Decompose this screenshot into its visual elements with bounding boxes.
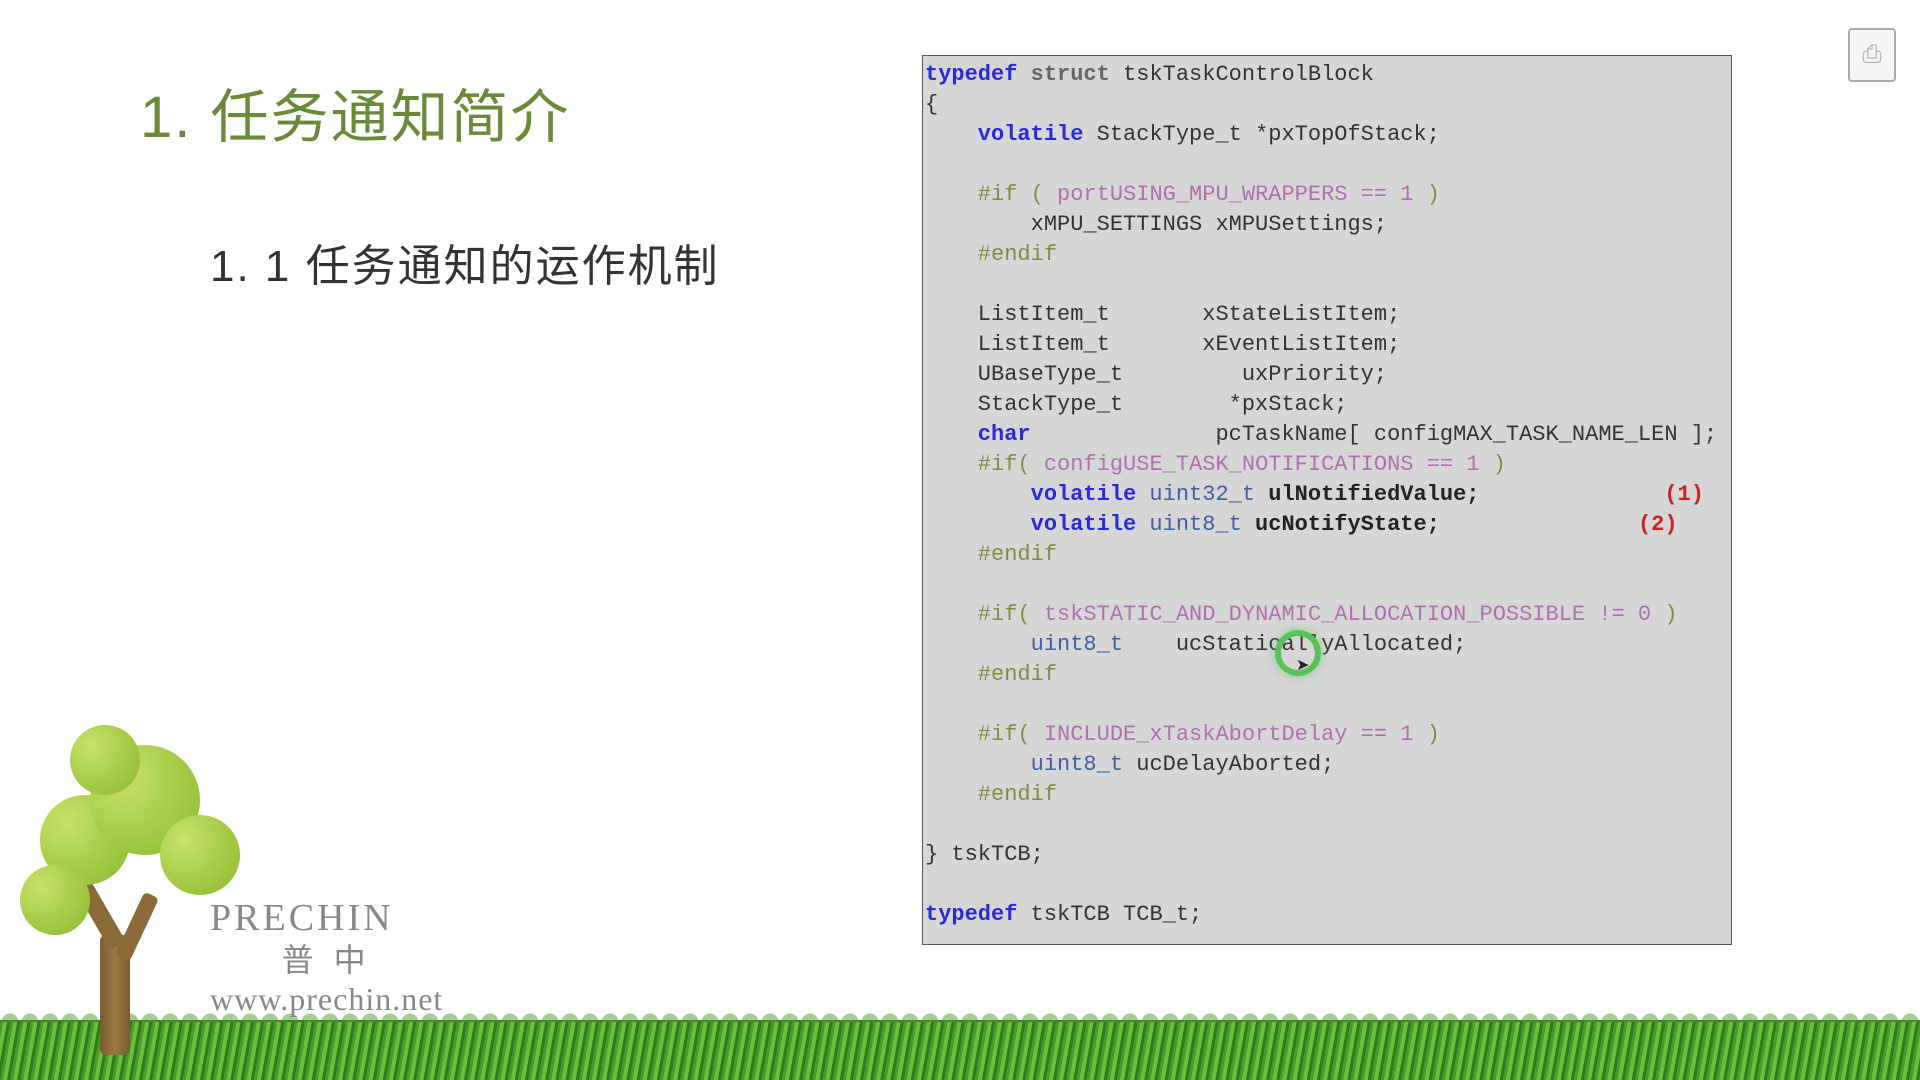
kw-volatile: volatile xyxy=(925,512,1136,537)
pre-endif: #endif xyxy=(925,242,1057,267)
section-heading: 1. 任务通知简介 xyxy=(140,70,571,154)
cond-text: portUSING_MPU_WRAPPERS == 1 xyxy=(1057,182,1413,207)
subsection-heading: 1. 1 任务通知的运作机制 xyxy=(210,230,720,294)
pre-if: #if( xyxy=(925,602,1044,627)
pre-if: #if( xyxy=(925,722,1044,747)
kw-char: char xyxy=(925,422,1031,447)
display-mode-icon[interactable]: ⎙ xyxy=(1848,28,1896,82)
brand-english: PRECHIN xyxy=(210,896,443,942)
code-bold: ucNotifyState; xyxy=(1242,512,1440,537)
pre-endif: #endif xyxy=(925,782,1057,807)
code-snippet-panel: typedef struct tskTaskControlBlock { vol… xyxy=(922,55,1732,945)
type-uint32: uint32_t xyxy=(1136,482,1255,507)
cond-text: configUSE_TASK_NOTIFICATIONS == 1 xyxy=(1044,452,1480,477)
pre-endif: #endif xyxy=(925,662,1057,687)
kw-typedef: typedef xyxy=(925,62,1017,87)
brand-block: PRECHIN 普 中 www.prechin.net xyxy=(210,896,443,1018)
cond-text: INCLUDE_xTaskAbortDelay == 1 xyxy=(1044,722,1414,747)
kw-volatile: volatile xyxy=(925,482,1136,507)
code-text: ucDelayAborted; xyxy=(1123,752,1334,777)
code-text: xMPU_SETTINGS xMPUSettings; xyxy=(925,212,1387,237)
code-text: { xyxy=(925,92,938,117)
pre-if: #if ( xyxy=(925,182,1057,207)
code-text: StackType_t *pxTopOfStack; xyxy=(1083,122,1439,147)
type-uint8: uint8_t xyxy=(1136,512,1242,537)
brand-url: www.prechin.net xyxy=(210,980,443,1018)
code-text: UBaseType_t uxPriority; xyxy=(925,362,1387,387)
brand-chinese: 普 中 xyxy=(210,941,443,979)
type-uint8: uint8_t xyxy=(925,752,1123,777)
cond-text: tskSTATIC_AND_DYNAMIC_ALLOCATION_POSSIBL… xyxy=(1044,602,1651,627)
pre-endif: #endif xyxy=(925,542,1057,567)
kw-struct: struct xyxy=(1017,62,1109,87)
kw-typedef: typedef xyxy=(925,902,1017,927)
annotation-2: (2) xyxy=(1440,512,1678,537)
code-text: ListItem_t xEventListItem; xyxy=(925,332,1400,357)
pre-if: #if( xyxy=(925,452,1044,477)
code-text: pcTaskName[ configMAX_TASK_NAME_LEN ]; xyxy=(1031,422,1718,447)
pre-close: ) xyxy=(1651,602,1677,627)
code-text: tskTaskControlBlock xyxy=(1110,62,1374,87)
annotation-1: (1) xyxy=(1480,482,1704,507)
code-text: StackType_t *pxStack; xyxy=(925,392,1347,417)
code-text: tskTCB TCB_t; xyxy=(1017,902,1202,927)
kw-volatile: volatile xyxy=(925,122,1083,147)
code-text: ListItem_t xStateListItem; xyxy=(925,302,1400,327)
type-uint8: uint8_t xyxy=(925,632,1123,657)
pre-close: ) xyxy=(1414,722,1440,747)
code-text: } tskTCB; xyxy=(925,842,1044,867)
grass-decoration xyxy=(0,1020,1920,1080)
code-text: ucStaticallyAllocated; xyxy=(1123,632,1466,657)
pre-close: ) xyxy=(1414,182,1440,207)
code-bold: ulNotifiedValue; xyxy=(1255,482,1479,507)
pre-close: ) xyxy=(1480,452,1506,477)
